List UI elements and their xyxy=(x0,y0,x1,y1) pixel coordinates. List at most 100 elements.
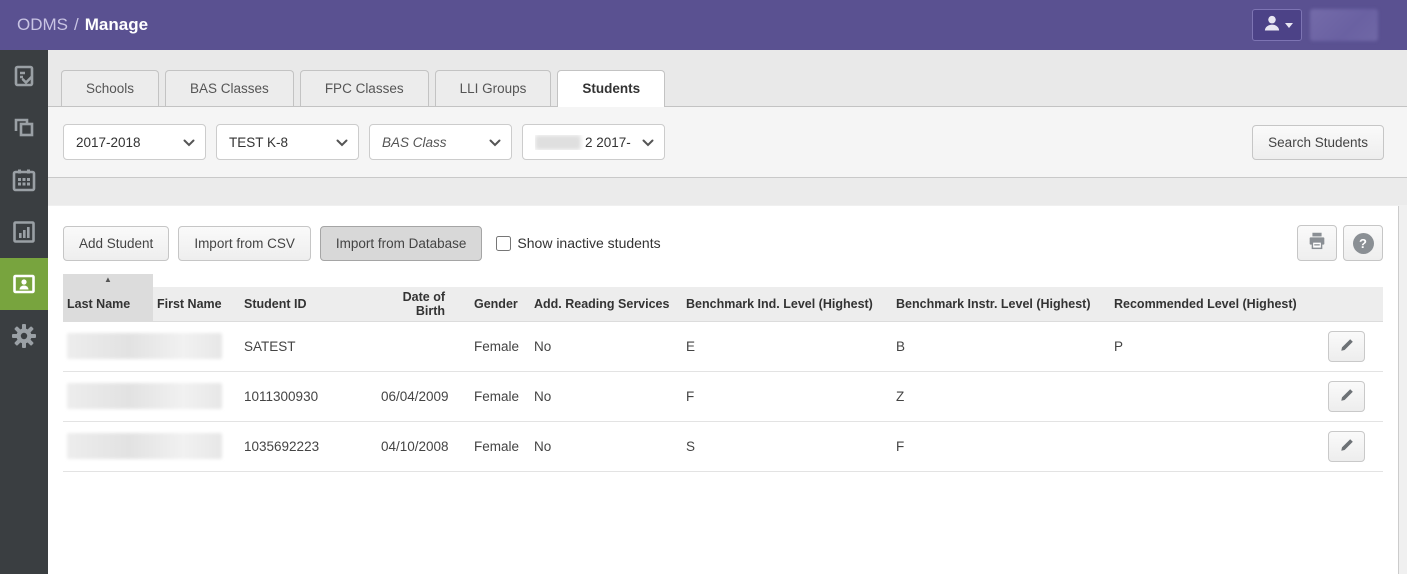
pencil-icon xyxy=(1339,337,1355,356)
actions-cell xyxy=(1312,321,1383,372)
assessment-checklist-icon xyxy=(11,63,37,89)
chevron-down-icon xyxy=(183,135,195,150)
gender-cell: Female xyxy=(457,421,530,472)
column-header-student-id[interactable]: Student ID xyxy=(240,287,377,322)
column-header-last-name[interactable]: ▲ Last Name xyxy=(63,274,153,322)
breadcrumb-app: ODMS xyxy=(17,15,68,34)
tab-bas-classes[interactable]: BAS Classes xyxy=(165,70,294,106)
student-id-cell: 1035692223 xyxy=(240,421,377,472)
chevron-down-icon xyxy=(642,135,654,150)
odms-app: ODMS / Manage Schools BAS Classes FPC Cl… xyxy=(0,0,1407,574)
column-header-reading-services[interactable]: Add. Reading Services xyxy=(530,287,682,322)
recommended-cell xyxy=(1110,421,1312,472)
table-row: 1011300930 06/04/2009 Female No F Z xyxy=(63,371,1383,422)
show-inactive-label: Show inactive students xyxy=(517,235,661,251)
section-gap xyxy=(48,178,1407,205)
sidebar-item-students[interactable] xyxy=(0,258,48,310)
benchmark-ind-cell: E xyxy=(682,321,892,372)
show-inactive-checkbox[interactable] xyxy=(496,235,512,251)
school-year-value: 2017-2018 xyxy=(76,134,141,150)
user-menu-button[interactable] xyxy=(1252,9,1302,41)
redacted-name-cell xyxy=(63,321,240,372)
top-bar: ODMS / Manage xyxy=(0,0,1407,50)
classes-overlap-icon xyxy=(11,115,37,141)
settings-gear-icon xyxy=(10,322,38,350)
sidebar-item-calendar[interactable] xyxy=(0,154,48,206)
help-icon: ? xyxy=(1352,232,1374,254)
column-header-benchmark-ind[interactable]: Benchmark Ind. Level (Highest) xyxy=(682,287,892,322)
recommended-cell: P xyxy=(1110,321,1312,372)
dob-cell xyxy=(377,321,457,372)
breadcrumb-page: Manage xyxy=(84,15,149,34)
edit-student-button[interactable] xyxy=(1328,380,1365,412)
import-csv-button[interactable]: Import from CSV xyxy=(178,225,311,261)
school-select[interactable]: TEST K-8 xyxy=(216,124,359,160)
gender-cell: Female xyxy=(457,371,530,422)
column-header-recommended[interactable]: Recommended Level (Highest) xyxy=(1110,287,1312,322)
chevron-down-icon xyxy=(336,135,348,150)
chevron-down-icon xyxy=(489,135,501,150)
redacted-student-name xyxy=(67,383,222,409)
redacted-student-name xyxy=(67,433,222,459)
students-table: ▲ Last Name First Name Student ID Date o… xyxy=(63,274,1383,472)
tab-bar: Schools BAS Classes FPC Classes LLI Grou… xyxy=(48,50,1407,107)
recommended-cell xyxy=(1110,371,1312,422)
column-header-dob[interactable]: Date of Birth xyxy=(377,287,457,322)
reading-services-cell: No xyxy=(530,371,682,422)
tab-fpc-classes[interactable]: FPC Classes xyxy=(299,70,429,106)
actions-cell xyxy=(1312,421,1383,472)
benchmark-instr-cell: B xyxy=(892,321,1110,372)
student-id-cell: 1011300930 xyxy=(240,371,377,422)
table-header-row: ▲ Last Name First Name Student ID Date o… xyxy=(63,274,1383,322)
print-icon xyxy=(1306,230,1328,257)
reports-chart-icon xyxy=(11,219,37,245)
help-button[interactable]: ? xyxy=(1343,225,1383,261)
redacted-name-cell xyxy=(63,421,240,472)
tab-students[interactable]: Students xyxy=(557,70,666,107)
sort-asc-icon: ▲ xyxy=(104,275,112,284)
gender-cell: Female xyxy=(457,321,530,372)
sidebar-item-classes[interactable] xyxy=(0,102,48,154)
sidebar-item-assessments[interactable] xyxy=(0,50,48,102)
reading-services-cell: No xyxy=(530,321,682,372)
sidebar-item-reports[interactable] xyxy=(0,206,48,258)
edit-student-button[interactable] xyxy=(1328,430,1365,462)
edit-student-button[interactable] xyxy=(1328,330,1365,362)
redacted-student-name xyxy=(67,333,222,359)
redacted-username xyxy=(1310,9,1378,41)
reading-services-cell: No xyxy=(530,421,682,472)
column-header-first-name[interactable]: First Name xyxy=(153,287,240,322)
benchmark-instr-cell: Z xyxy=(892,371,1110,422)
breadcrumb-separator: / xyxy=(74,15,79,34)
pencil-icon xyxy=(1339,437,1355,456)
school-year-select[interactable]: 2017-2018 xyxy=(63,124,206,160)
tab-lli-groups[interactable]: LLI Groups xyxy=(434,70,552,106)
class-type-select[interactable]: BAS Class xyxy=(369,124,512,160)
user-icon xyxy=(1262,13,1282,38)
dob-cell: 04/10/2008 xyxy=(377,421,457,472)
column-header-benchmark-instr[interactable]: Benchmark Instr. Level (Highest) xyxy=(892,287,1110,322)
class-value-visible: 2 2017- xyxy=(585,134,631,150)
column-header-gender[interactable]: Gender xyxy=(457,287,530,322)
calendar-icon xyxy=(11,167,37,193)
tab-schools[interactable]: Schools xyxy=(61,70,160,106)
redacted-class-name xyxy=(535,134,581,150)
filter-bar: 2017-2018 TEST K-8 BAS Class 2 2017- Sea… xyxy=(48,107,1407,178)
search-students-button[interactable]: Search Students xyxy=(1252,124,1384,160)
students-table-wrap: ▲ Last Name First Name Student ID Date o… xyxy=(48,274,1398,472)
import-database-button[interactable]: Import from Database xyxy=(319,225,483,261)
column-header-actions xyxy=(1312,287,1383,322)
sidebar-item-settings[interactable] xyxy=(0,310,48,362)
table-row: SATEST Female No E B P xyxy=(63,321,1383,372)
student-id-cell: SATEST xyxy=(240,321,377,372)
class-type-value: BAS Class xyxy=(382,134,447,150)
class-select[interactable]: 2 2017- xyxy=(522,124,665,160)
benchmark-ind-cell: S xyxy=(682,421,892,472)
show-inactive-toggle[interactable]: Show inactive students xyxy=(496,235,661,251)
actions-cell xyxy=(1312,371,1383,422)
add-student-button[interactable]: Add Student xyxy=(63,225,170,261)
print-button[interactable] xyxy=(1297,225,1337,261)
benchmark-instr-cell: F xyxy=(892,421,1110,472)
students-contact-card-icon xyxy=(11,271,37,297)
redacted-name-cell xyxy=(63,371,240,422)
